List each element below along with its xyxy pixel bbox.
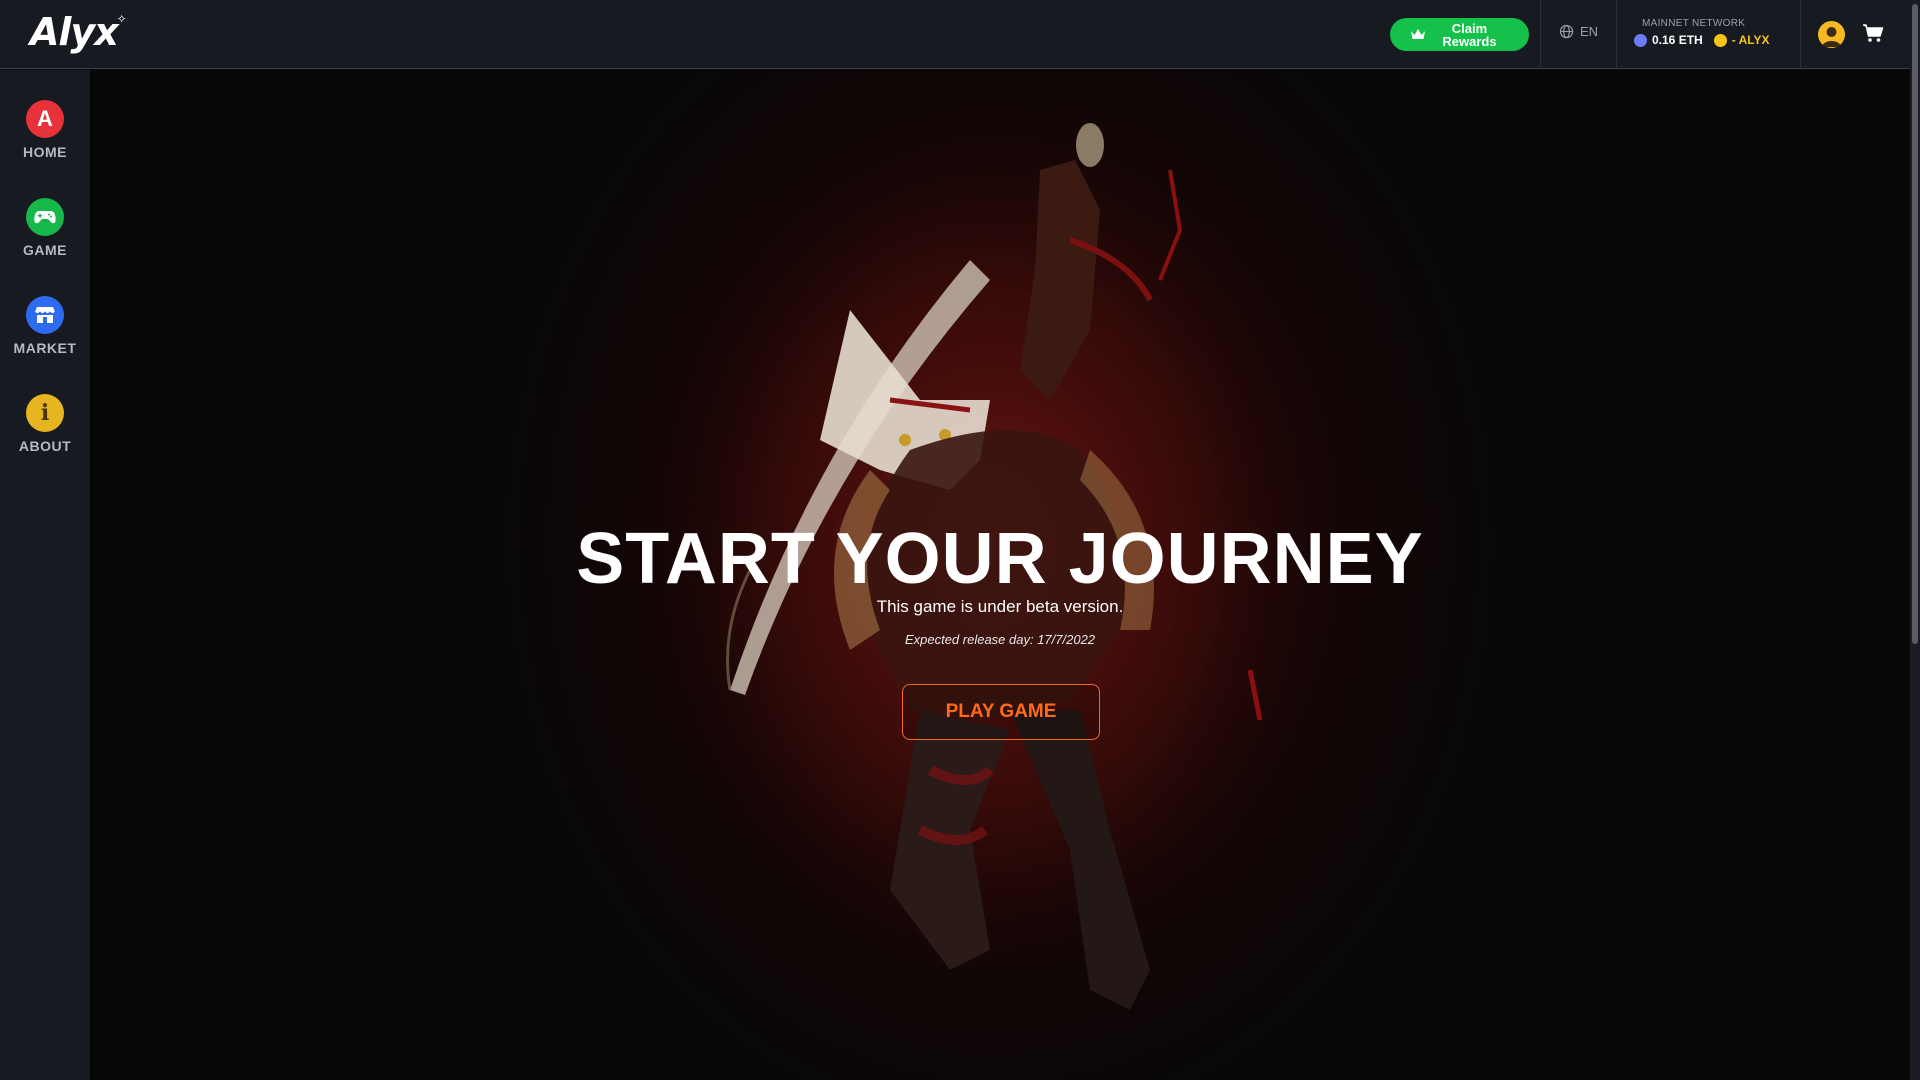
store-icon xyxy=(26,296,64,334)
hero-subtitle: This game is under beta version. xyxy=(876,597,1124,616)
globe-icon xyxy=(1559,24,1574,39)
alyx-logo[interactable]: Alyx ✧ xyxy=(30,10,127,54)
network-wallet-info[interactable]: MAINNET NETWORK 0.16 ETH - ALYX xyxy=(1634,18,1794,47)
sidebar-item-market[interactable]: MARKET xyxy=(0,296,90,376)
release-date-text: Expected release day: 17/7/2022 xyxy=(904,632,1096,647)
crown-icon xyxy=(1411,29,1425,39)
sidebar-item-game[interactable]: GAME xyxy=(0,198,90,278)
eth-balance: 0.16 ETH xyxy=(1652,33,1703,47)
language-label: EN xyxy=(1580,24,1599,39)
scrollbar-thumb[interactable] xyxy=(1912,4,1918,644)
user-avatar[interactable] xyxy=(1818,21,1845,48)
top-bar: Alyx ✧ Claim Rewards EN MAINNET NETWORK 0… xyxy=(0,0,1910,69)
sidebar-item-label: GAME xyxy=(23,242,67,258)
user-icon xyxy=(1822,27,1841,47)
info-icon: i xyxy=(26,394,64,432)
alyx-coin-icon xyxy=(1713,33,1727,47)
hero-title: START YOUR JOURNEY xyxy=(576,519,1424,599)
claim-rewards-label: Claim Rewards xyxy=(1442,20,1497,49)
gamepad-icon xyxy=(26,198,64,236)
logo-text: Alyx xyxy=(30,10,119,54)
sidebar-item-about[interactable]: i ABOUT xyxy=(0,394,90,474)
hero-section: START YOUR JOURNEY This game is under be… xyxy=(90,70,1910,1080)
language-selector[interactable]: EN xyxy=(1559,24,1598,39)
sidebar: A HOME GAME MARKET i ABOUT xyxy=(0,70,90,1080)
sidebar-item-label: ABOUT xyxy=(18,438,72,454)
eth-icon xyxy=(1634,33,1647,47)
network-title: MAINNET NETWORK xyxy=(1642,18,1746,29)
alyx-a-icon: A xyxy=(26,100,64,138)
divider xyxy=(1616,0,1617,69)
sidebar-item-home[interactable]: A HOME xyxy=(0,100,90,180)
cart-icon[interactable] xyxy=(1862,23,1884,43)
divider xyxy=(1540,0,1541,69)
divider xyxy=(1800,0,1801,69)
sidebar-item-label: MARKET xyxy=(13,340,77,356)
alyx-balance: - ALYX xyxy=(1731,33,1770,47)
claim-rewards-button[interactable]: Claim Rewards xyxy=(1390,18,1529,51)
sidebar-item-label: HOME xyxy=(23,144,67,160)
logo-sparkle-icon: ✧ xyxy=(116,12,127,26)
play-game-button[interactable]: PLAY GAME xyxy=(902,684,1100,740)
